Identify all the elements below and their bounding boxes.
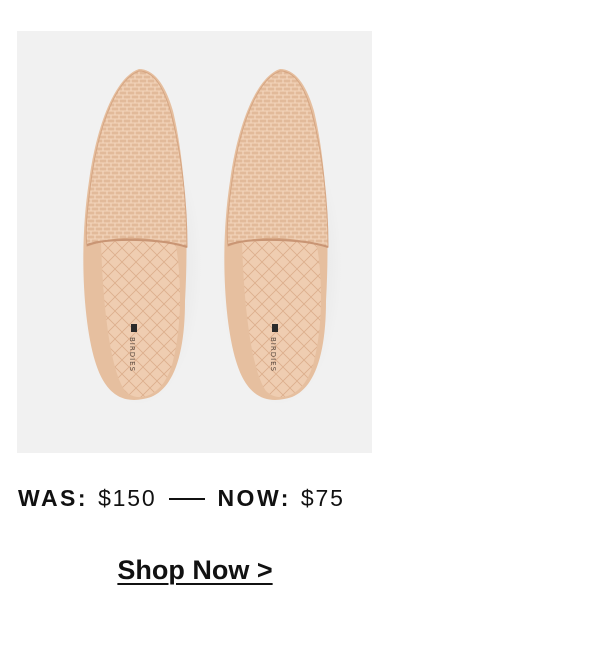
price-row: WAS: $150 NOW: $75: [18, 481, 345, 515]
now-price: $75: [300, 484, 345, 511]
shoe-illustration: BIRDIES BIRDIES: [78, 69, 342, 406]
left-shoe: BIRDIES: [78, 69, 202, 406]
promo-card: BIRDIES BIRDIES WAS: $150 NOW: $75 Shop …: [0, 0, 600, 656]
now-label: NOW:: [217, 484, 291, 511]
shop-now-container: Shop Now >: [0, 555, 390, 586]
price-divider: [169, 498, 206, 500]
svg-text:BIRDIES: BIRDIES: [128, 337, 136, 372]
product-image[interactable]: BIRDIES BIRDIES: [17, 31, 372, 453]
svg-text:BIRDIES: BIRDIES: [269, 337, 277, 372]
right-shoe: BIRDIES: [218, 69, 342, 406]
was-label: WAS:: [18, 484, 89, 511]
was-price: $150: [98, 484, 157, 511]
shop-now-link[interactable]: Shop Now >: [117, 555, 272, 585]
